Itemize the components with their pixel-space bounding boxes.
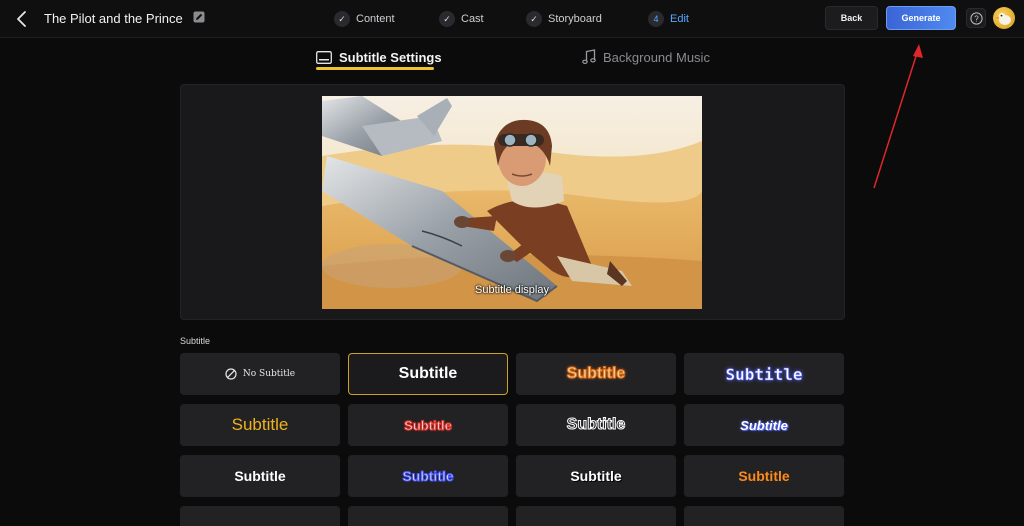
back-button[interactable]: Back	[825, 6, 878, 30]
style-option-partial[interactable]	[684, 506, 844, 526]
style-option-red-outline[interactable]: Subtitle	[348, 404, 508, 446]
tab-background-music[interactable]: Background Music	[582, 44, 710, 70]
option-label: Subtitle	[398, 365, 458, 382]
check-icon: ✓	[526, 11, 542, 27]
option-label: Subtitle	[570, 468, 622, 484]
option-label: Subtitle	[566, 365, 626, 383]
tab-label: Subtitle Settings	[339, 49, 442, 65]
section-label: Subtitle	[180, 336, 211, 346]
style-option-none[interactable]: No Subtitle	[180, 353, 340, 395]
tab-label: Background Music	[603, 49, 710, 65]
no-subtitle-option: No Subtitle	[225, 368, 295, 380]
step-content[interactable]: ✓ Content	[334, 9, 395, 29]
edit-pencil-icon[interactable]	[193, 11, 205, 23]
option-label: Subtitle	[231, 415, 289, 434]
avatar[interactable]	[993, 7, 1015, 29]
option-label: Subtitle	[404, 417, 453, 433]
back-chevron-icon[interactable]	[14, 10, 30, 28]
style-option-yellow[interactable]: Subtitle	[180, 404, 340, 446]
style-option-orange-outline[interactable]: Subtitle	[516, 353, 676, 395]
style-option-white-outline[interactable]: Subtitle	[516, 404, 676, 446]
step-label: Content	[356, 13, 395, 25]
option-label: Subtitle	[738, 468, 790, 484]
scene-illustration	[322, 96, 702, 309]
step-edit[interactable]: 4 Edit	[648, 9, 689, 29]
step-label: Cast	[461, 13, 484, 25]
help-button[interactable]: ?	[966, 8, 986, 28]
option-label: Subtitle	[725, 364, 803, 384]
project-title: The Pilot and the Prince	[44, 11, 183, 26]
active-tab-underline	[316, 67, 434, 70]
style-option-blue-glow[interactable]: Subtitle	[684, 353, 844, 395]
option-label: Subtitle	[740, 417, 788, 433]
subtitle-icon	[316, 50, 332, 64]
option-label: Subtitle	[234, 468, 286, 484]
style-option-partial[interactable]	[516, 506, 676, 526]
top-bar: The Pilot and the Prince ✓ Content ✓ Cas…	[0, 0, 1024, 38]
step-cast[interactable]: ✓ Cast	[439, 9, 484, 29]
step-label: Edit	[670, 13, 689, 25]
option-label: No Subtitle	[242, 369, 296, 379]
svg-text:?: ?	[974, 14, 979, 23]
style-option-blue-italic[interactable]: Subtitle	[684, 404, 844, 446]
user-avatar-icon	[995, 12, 1011, 25]
subtitle-preview-text: Subtitle display	[475, 284, 549, 296]
no-entry-icon	[225, 368, 237, 380]
style-option-plain-white[interactable]: Subtitle	[348, 353, 508, 395]
annotation-arrow-icon	[873, 44, 923, 189]
style-option-partial[interactable]	[180, 506, 340, 526]
style-option-orange[interactable]: Subtitle	[684, 455, 844, 497]
option-label: Subtitle	[402, 468, 454, 485]
option-label: Subtitle	[566, 416, 626, 434]
style-option-bold-shadow[interactable]: Subtitle	[516, 455, 676, 497]
step-label: Storyboard	[548, 13, 602, 25]
check-icon: ✓	[334, 11, 350, 27]
style-option-blue-bubble[interactable]: Subtitle	[348, 455, 508, 497]
step-number-badge: 4	[648, 11, 664, 27]
check-icon: ✓	[439, 11, 455, 27]
style-option-comic-white[interactable]: Subtitle	[180, 455, 340, 497]
style-option-partial[interactable]	[348, 506, 508, 526]
music-note-icon	[582, 49, 596, 64]
help-icon: ?	[969, 11, 983, 25]
preview-image	[322, 96, 702, 309]
step-storyboard[interactable]: ✓ Storyboard	[526, 9, 602, 29]
generate-button[interactable]: Generate	[886, 6, 956, 30]
